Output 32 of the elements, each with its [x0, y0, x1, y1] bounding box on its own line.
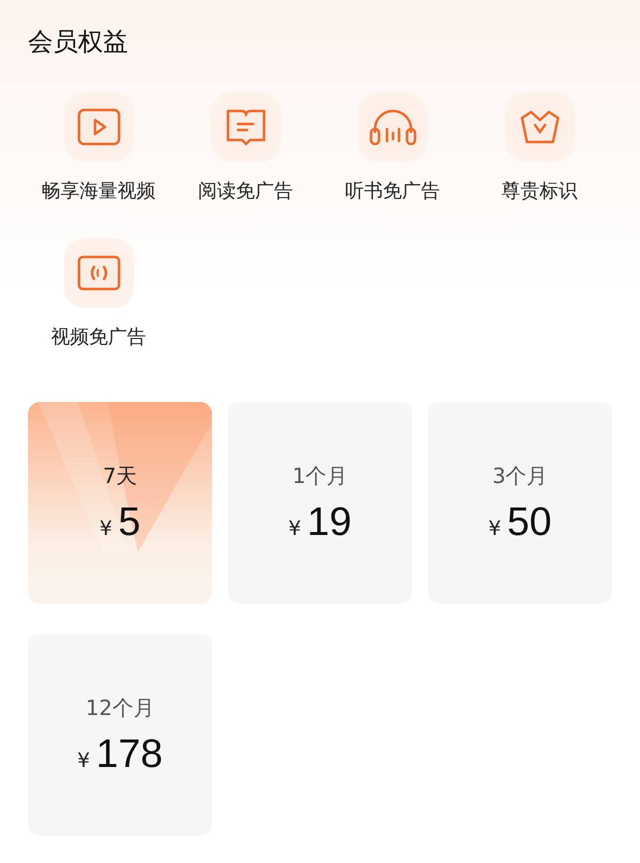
benefit-label: 听书免广告 [345, 179, 440, 204]
benefit-label: 畅享海量视频 [42, 179, 156, 204]
headphones-icon [368, 107, 416, 147]
benefit-tile[interactable] [504, 92, 574, 162]
plan-card[interactable]: 7天 ¥5 [28, 402, 212, 604]
currency-sign: ¥ [77, 748, 90, 772]
plan-price: 50 [507, 500, 552, 544]
plan-duration: 3个月 [492, 462, 548, 490]
benefit-label: 尊贵标识 [502, 179, 578, 204]
currency-sign: ¥ [288, 516, 302, 540]
currency-sign: ¥ [100, 516, 112, 540]
plan-price: 5 [118, 500, 140, 544]
plan-price: 19 [307, 500, 352, 544]
crown-icon [518, 108, 560, 146]
plan-card[interactable]: 3个月 ¥50 [428, 402, 612, 604]
book-icon [226, 108, 266, 146]
section-title: 会员权益 [28, 26, 129, 58]
plan-price: 178 [96, 732, 163, 776]
plan-card[interactable]: 12个月 ¥178 [28, 634, 212, 836]
broadcast-icon [76, 255, 120, 291]
plan-duration: 12个月 [86, 694, 154, 722]
benefit-tile[interactable] [210, 92, 280, 162]
benefit-label: 阅读免广告 [198, 179, 293, 204]
currency-sign: ¥ [488, 516, 502, 540]
plan-duration: 1个月 [292, 462, 348, 490]
benefit-label: 视频免广告 [51, 325, 146, 350]
play-icon [76, 108, 120, 146]
plan-duration: 7天 [102, 462, 138, 490]
plan-card[interactable]: 1个月 ¥19 [228, 402, 412, 604]
benefit-tile[interactable] [358, 92, 428, 162]
benefit-tile[interactable] [64, 238, 134, 308]
benefit-tile[interactable] [64, 92, 134, 162]
